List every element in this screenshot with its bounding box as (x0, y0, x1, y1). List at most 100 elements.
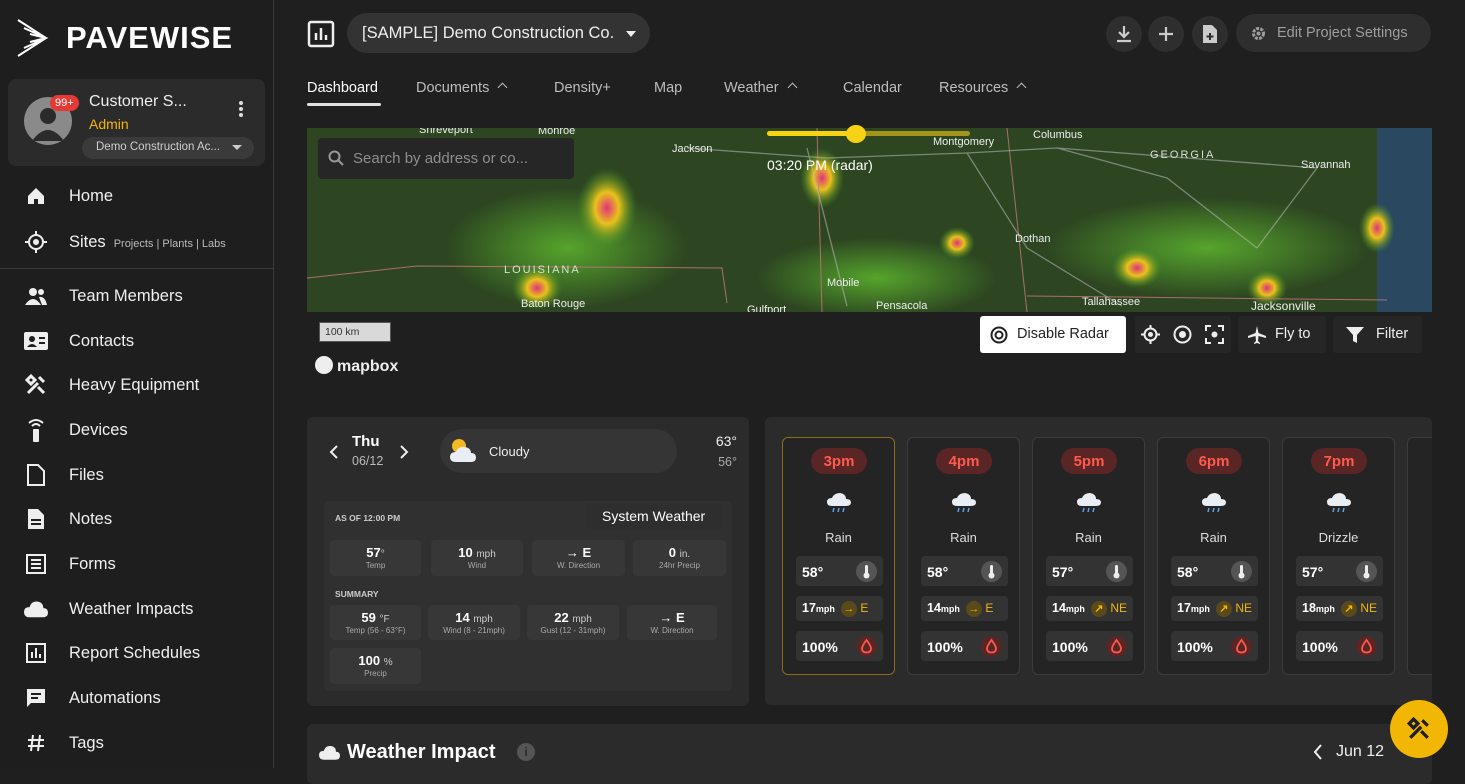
download-icon (1117, 26, 1131, 43)
tab-documents[interactable]: Documents (416, 80, 508, 96)
tools-icon (24, 373, 48, 397)
raindrop-icon (856, 636, 877, 657)
hourly-card[interactable]: 4pm Rain 58° 14mph → E 100% (907, 437, 1020, 675)
hourly-card-partial[interactable] (1407, 437, 1432, 675)
chevron-left-icon[interactable] (1313, 744, 1323, 760)
people-icon (24, 284, 48, 308)
sidebar-item-team-members[interactable]: Team Members (0, 276, 273, 316)
tab-map[interactable]: Map (654, 80, 682, 96)
sidebar-item-home[interactable]: Home (0, 176, 273, 216)
note-icon (24, 507, 48, 531)
hourly-card[interactable]: 6pm Rain 58° 17mph ↗ NE 100% (1157, 437, 1270, 675)
center-icon[interactable] (1173, 325, 1192, 344)
hour-wind: 17mph → E (796, 596, 883, 621)
sidebar-item-devices[interactable]: Devices (0, 410, 273, 450)
mapbox-logo[interactable]: mapbox (315, 356, 398, 376)
chevron-right-icon[interactable] (399, 445, 409, 459)
sidebar-item-forms[interactable]: Forms (0, 544, 273, 584)
rain-cloud-icon (952, 493, 976, 513)
hour-wind: 14mph ↗ NE (1046, 596, 1133, 621)
edit-project-settings-button[interactable]: Edit Project Settings (1236, 14, 1431, 52)
sidebar-item-report-schedules[interactable]: Report Schedules (0, 633, 273, 673)
hourly-forecast-panel: 3pm Rain 58° 17mph → E 100% 4pm Rain 58° 14mph → E… (765, 417, 1432, 705)
hour-label: 5pm (1061, 448, 1117, 474)
place-label: Tallahassee (1082, 296, 1141, 308)
hourly-card[interactable]: 7pm Drizzle 57° 18mph ↗ NE 100% (1282, 437, 1395, 675)
report-icon (24, 641, 48, 665)
hour-label: 7pm (1311, 448, 1367, 474)
hour-label: 3pm (811, 448, 867, 474)
tab-calendar[interactable]: Calendar (843, 80, 902, 96)
plus-icon (1159, 27, 1173, 41)
thermometer-icon (981, 561, 1002, 582)
stat-24hr-precip: 0 in. 24hr Precip (633, 540, 726, 576)
summary-precip: 100 % Precip (330, 648, 421, 684)
caret-down-icon (626, 31, 636, 37)
summary-label: SUMMARY (335, 589, 379, 599)
wind-arrow-icon: → (965, 601, 982, 617)
place-label: Baton Rouge (521, 298, 586, 310)
tools-fab-button[interactable] (1390, 700, 1448, 758)
chevron-left-icon[interactable] (329, 445, 339, 459)
map-search-input[interactable]: Search by address or co... (318, 138, 574, 179)
locate-icon[interactable] (1141, 325, 1160, 344)
sidebar-item-heavy-equipment[interactable]: Heavy Equipment (0, 365, 273, 405)
cloud-icon (319, 745, 340, 760)
hour-condition: Rain (825, 530, 852, 545)
tab-resources[interactable]: Resources (939, 80, 1027, 96)
download-button[interactable] (1106, 16, 1142, 52)
notification-badge[interactable]: 99+ (50, 95, 79, 111)
org-select[interactable]: Demo Construction Ac... (82, 137, 254, 159)
thermometer-icon (856, 561, 877, 582)
sidebar-item-notes[interactable]: Notes (0, 499, 273, 539)
tab-weather[interactable]: Weather (724, 80, 797, 96)
fit-bounds-icon[interactable] (1205, 325, 1224, 344)
home-icon (24, 184, 48, 208)
chevron-up-icon (787, 82, 797, 93)
rain-cloud-icon (1077, 493, 1101, 513)
weather-impact-title: Weather Impact (347, 741, 496, 763)
logo-mark-icon (17, 19, 49, 57)
rain-cloud-icon (1327, 493, 1351, 513)
project-select[interactable]: [SAMPLE] Demo Construction Co. (347, 13, 650, 53)
sidebar-item-files[interactable]: Files (0, 455, 273, 495)
tab-dashboard[interactable]: Dashboard (307, 80, 378, 96)
more-menu-icon[interactable] (239, 101, 243, 119)
place-label: Shreveport (419, 128, 473, 136)
place-label: Dothan (1015, 233, 1051, 245)
place-label: Columbus (1033, 129, 1083, 141)
profile-card[interactable]: 99+ Customer S... Admin Demo Constructio… (8, 79, 265, 166)
daily-weather-panel: Thu 06/12 Cloudy 63° 56° AS OF 12:00 PM … (307, 417, 749, 706)
wind-arrow-icon: ↗ (1215, 601, 1232, 617)
sidebar-item-tags[interactable]: Tags (0, 723, 273, 763)
add-button[interactable] (1148, 16, 1184, 52)
dashboard-icon[interactable] (307, 20, 335, 48)
contact-card-icon (24, 329, 48, 353)
hour-temp: 57° (1296, 556, 1383, 586)
brand-logo[interactable]: PAVEWISE (16, 10, 248, 66)
hour-label: 6pm (1186, 448, 1242, 474)
sidebar-item-sites[interactable]: Sites Projects | Plants | Labs (0, 222, 273, 262)
airplane-icon (1248, 326, 1266, 344)
disable-radar-button[interactable]: Disable Radar (980, 316, 1126, 353)
stat-wind: 10 mph Wind (431, 540, 523, 576)
fly-to-button[interactable]: Fly to (1238, 316, 1326, 353)
low-temp: 56° (718, 455, 737, 469)
hourly-card[interactable]: 3pm Rain 58° 17mph → E 100% (782, 437, 895, 675)
map-scale: 100 km (319, 322, 391, 342)
stat-temp: 57° Temp (330, 540, 421, 576)
info-icon[interactable]: i (517, 743, 535, 761)
device-icon (24, 418, 48, 442)
sidebar-item-contacts[interactable]: Contacts (0, 321, 273, 361)
sidebar-item-automations[interactable]: Automations (0, 678, 273, 718)
new-file-button[interactable] (1192, 16, 1228, 52)
chevron-up-icon (497, 82, 508, 93)
place-label: Monroe (538, 128, 576, 137)
hour-precip: 100% (1171, 631, 1258, 661)
hourly-card[interactable]: 5pm Rain 57° 14mph ↗ NE 100% (1032, 437, 1145, 675)
hour-label: 4pm (936, 448, 992, 474)
tab-density[interactable]: Density+ (554, 80, 611, 96)
filter-button[interactable]: Filter (1333, 316, 1422, 353)
sidebar-item-weather-impacts[interactable]: Weather Impacts (0, 589, 273, 629)
system-weather-button[interactable]: System Weather (587, 503, 723, 529)
